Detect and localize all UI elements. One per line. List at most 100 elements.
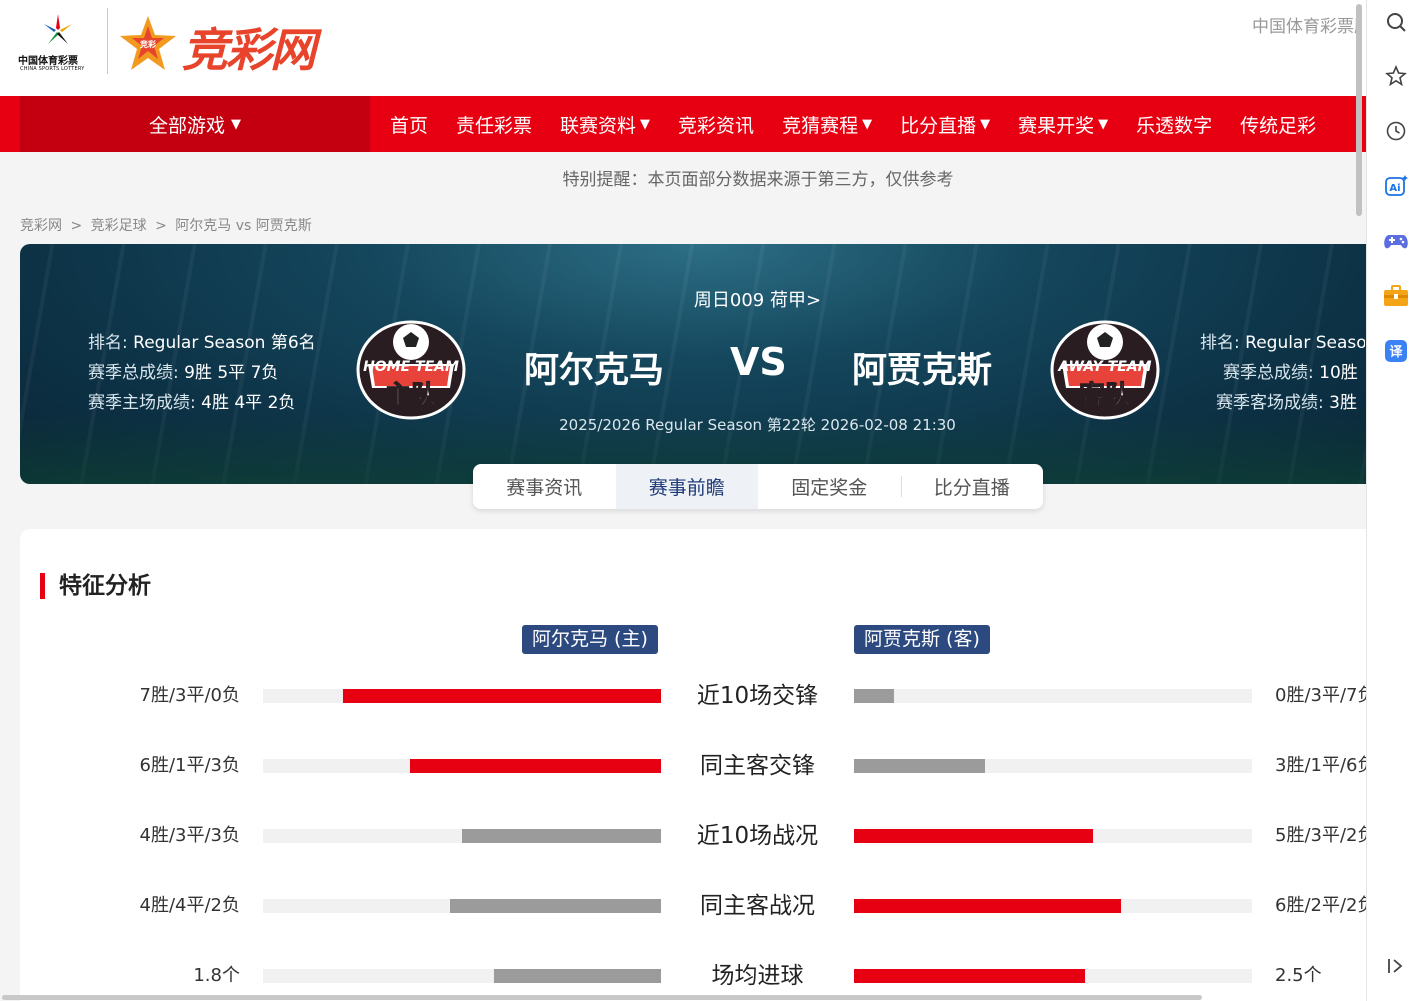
- top-right-link[interactable]: 中国体育彩票服: [1252, 12, 1362, 37]
- analysis-row: 7胜/3平/0负 近10场交锋 0胜/3平/7负: [20, 676, 1367, 716]
- site-header: 中国体育彩票 CHINA SPORTS LOTTERY 竞彩 竞彩网 中国体育彩…: [0, 0, 1366, 96]
- away-value: 6胜/2平/2负: [1275, 895, 1366, 916]
- home-value: 4胜/3平/3负: [139, 825, 241, 846]
- nav-item[interactable]: 责任彩票: [442, 111, 546, 138]
- nav-item[interactable]: 传统足彩: [1226, 111, 1330, 138]
- tab-3[interactable]: 固定奖金: [758, 464, 901, 509]
- nav-item[interactable]: 竞彩资讯: [664, 111, 768, 138]
- feature-analysis-panel: 特征分析 阿尔克马 (主) 阿贾克斯 (客) 7胜/3平/0负 近10场交锋 0胜/…: [20, 529, 1366, 1001]
- home-bar-fill: [450, 899, 661, 913]
- briefcase-icon[interactable]: [1382, 282, 1410, 310]
- home-bar-track: [263, 689, 661, 703]
- home-bar-fill: [462, 829, 661, 843]
- breadcrumb-football[interactable]: 竞彩足球: [91, 218, 147, 234]
- away-team-pill: 阿贾克斯 (客): [854, 625, 990, 654]
- nav-item-label: 竞彩资讯: [678, 114, 755, 137]
- analysis-row: 6胜/1平/3负 同主客交锋 3胜/1平/6负: [20, 746, 1367, 786]
- star-icon[interactable]: [1382, 62, 1410, 90]
- analysis-row: 1.8个 场均进球 2.5个: [20, 956, 1366, 996]
- browser-sidebar: Ai 译: [1366, 0, 1424, 1001]
- svg-text:竞彩: 竞彩: [139, 39, 156, 49]
- lottery-sub: CHINA SPORTS LOTTERY: [20, 66, 85, 72]
- vertical-scrollbar[interactable]: [1354, 0, 1364, 1001]
- analysis-row: 4胜/4平/2负 同主客战况 6胜/2平/2负: [20, 886, 1367, 926]
- season-round-datetime: 2025/2026 Regular Season 第22轮 2026-02-08…: [559, 416, 956, 434]
- home-total-value: 9胜 5平 7负: [184, 363, 279, 383]
- away-bar-fill: [854, 759, 986, 773]
- home-bar-fill: [493, 969, 661, 983]
- breadcrumb-separator: >: [155, 218, 167, 234]
- tab-2[interactable]: 赛事前瞻: [615, 464, 758, 509]
- away-bar-fill: [854, 689, 894, 703]
- breadcrumb-home[interactable]: 竞彩网: [20, 218, 62, 234]
- history-icon[interactable]: [1382, 117, 1410, 145]
- nav-item-label: 比分直播: [900, 114, 977, 137]
- home-team-name[interactable]: 阿尔克马: [524, 342, 664, 393]
- nav-item[interactable]: 竞猜赛程 ▼: [768, 111, 886, 138]
- breadcrumb-current: 阿尔克马 vs 阿贾克斯: [175, 218, 312, 234]
- home-total-label: 赛季总成绩:: [88, 363, 185, 383]
- nav-item-label: 首页: [390, 114, 429, 137]
- horizontal-scrollbar[interactable]: [0, 995, 1366, 1001]
- search-icon[interactable]: [1382, 8, 1410, 36]
- caret-down-icon: ▼: [640, 116, 651, 132]
- svg-text:译: 译: [1389, 345, 1403, 360]
- home-value: 7胜/3平/0负: [139, 685, 241, 706]
- nav-item-label: 传统足彩: [1240, 114, 1317, 137]
- china-sports-lottery-logo[interactable]: 中国体育彩票 CHINA SPORTS LOTTERY: [18, 10, 98, 76]
- home-team-info: 排名: Regular Season 第6名 赛季总成绩: 9胜 5平 7负 赛…: [88, 328, 316, 418]
- nav-item[interactable]: 比分直播 ▼: [886, 111, 1004, 138]
- row-label: 同主客战况: [700, 893, 815, 919]
- match-title[interactable]: 周日009 荷甲>: [20, 286, 1366, 312]
- svg-text:Ai: Ai: [1389, 183, 1400, 194]
- page: 中国体育彩票 CHINA SPORTS LOTTERY 竞彩 竞彩网 中国体育彩…: [0, 0, 1366, 1001]
- home-value: 4胜/4平/2负: [139, 895, 241, 916]
- main-nav: 全部游戏 ▼ 首页 责任彩票 联赛资料 ▼ 竞彩资讯 竞猜赛程 ▼ 比分直播 ▼ 赛果开奖 ▼ 乐透数…: [0, 96, 1366, 152]
- nav-item[interactable]: 乐透数字: [1122, 111, 1226, 138]
- away-rank-label: 排名:: [1200, 333, 1246, 353]
- away-total-label: 赛季总成绩:: [1223, 363, 1320, 383]
- horizontal-scrollbar-thumb[interactable]: [2, 995, 1202, 1000]
- away-team-name[interactable]: 阿贾克斯: [852, 342, 992, 393]
- gamepad-icon[interactable]: [1382, 227, 1410, 255]
- nav-item-label: 竞猜赛程: [782, 114, 859, 137]
- collapse-icon[interactable]: [1382, 952, 1410, 980]
- caret-down-icon: ▼: [1098, 116, 1109, 132]
- tab-1[interactable]: 赛事资讯: [473, 464, 616, 509]
- away-bar-track: [854, 759, 1252, 773]
- home-venue-label: 赛季主场成绩:: [88, 393, 202, 413]
- away-value: 3胜/1平/6负: [1275, 755, 1366, 776]
- match-banner: 周日009 荷甲> 排名: Regular Season 第6名 赛季总成绩: …: [20, 244, 1366, 484]
- nav-item-label: 乐透数字: [1136, 114, 1213, 137]
- svg-text:AWAY TEAM: AWAY TEAM: [1057, 359, 1151, 375]
- nav-item[interactable]: 首页: [376, 111, 442, 138]
- brand-star-icon: 竞彩: [120, 16, 176, 70]
- away-venue-value: 3胜: [1329, 393, 1357, 413]
- home-bar-fill: [342, 689, 661, 703]
- translate-icon[interactable]: 译: [1382, 337, 1410, 365]
- svg-text:客队: 客队: [1079, 380, 1132, 411]
- jingcai-logo[interactable]: 竞彩 竞彩网: [118, 10, 358, 77]
- caret-down-icon: ▼: [980, 116, 991, 132]
- home-team-badge-icon: HOME TEAM 主队: [356, 320, 466, 420]
- away-value: 5胜/3平/2负: [1275, 825, 1366, 846]
- lottery-name: 中国体育彩票: [18, 56, 78, 67]
- row-label: 场均进球: [711, 963, 804, 989]
- caret-down-icon: ▼: [231, 116, 241, 132]
- away-bar-track: [854, 829, 1252, 843]
- away-total-value: 10胜: [1319, 363, 1358, 383]
- tab-4[interactable]: 比分直播: [900, 464, 1044, 509]
- away-team-badge-icon: AWAY TEAM 客队: [1050, 320, 1160, 420]
- home-rank-label: 排名:: [88, 333, 134, 353]
- home-team-pill: 阿尔克马 (主): [522, 625, 658, 654]
- away-bar-track: [854, 689, 1252, 703]
- match-tabs: 赛事资讯 赛事前瞻 固定奖金 比分直播: [473, 464, 1043, 509]
- nav-item[interactable]: 赛果开奖 ▼: [1004, 111, 1122, 138]
- vertical-scrollbar-thumb[interactable]: [1356, 4, 1362, 216]
- away-bar-fill: [854, 969, 1085, 983]
- nav-item[interactable]: 联赛资料 ▼: [546, 111, 664, 138]
- away-venue-label: 赛季客场成绩:: [1216, 393, 1330, 413]
- nav-all-games[interactable]: 全部游戏 ▼: [20, 96, 370, 152]
- brand-name: 竞彩网: [182, 23, 316, 77]
- ai-icon[interactable]: Ai: [1382, 172, 1410, 200]
